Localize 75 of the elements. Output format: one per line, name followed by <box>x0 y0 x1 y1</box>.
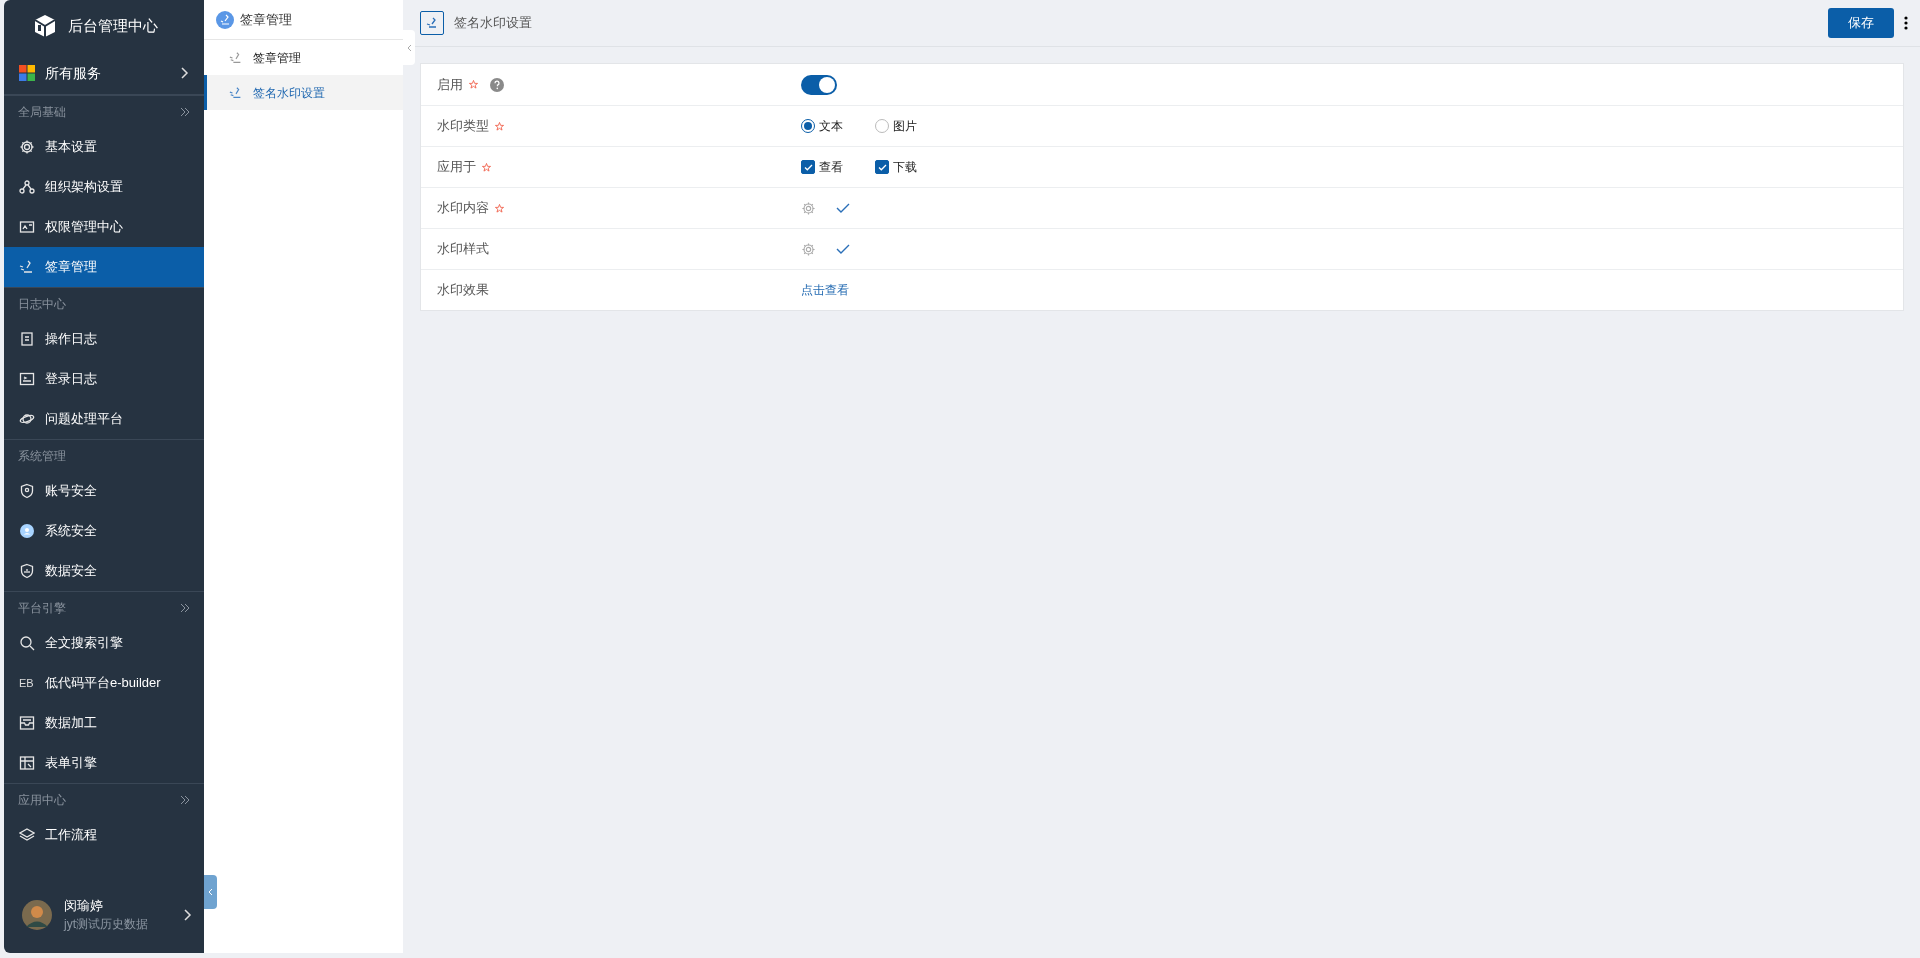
user-org: jyt测试历史数据 <box>64 916 149 933</box>
field-label: 启用 <box>437 75 463 94</box>
document-icon <box>19 331 35 347</box>
gear-icon[interactable] <box>801 241 816 257</box>
field-label: 应用于 <box>437 158 476 177</box>
preview-link[interactable]: 点击查看 <box>801 281 849 299</box>
panel-item[interactable]: 签名水印设置 <box>204 75 403 110</box>
planet-icon <box>19 411 35 427</box>
cube-icon <box>34 14 56 38</box>
nav-item[interactable]: 权限管理中心 <box>4 207 204 247</box>
nav-item[interactable]: 数据加工 <box>4 703 204 743</box>
form-icon <box>19 755 35 771</box>
nav-item[interactable]: 组织架构设置 <box>4 167 204 207</box>
nav-item[interactable]: 账号安全 <box>4 471 204 511</box>
chevron-left-icon <box>406 43 412 52</box>
page-icon <box>420 11 444 35</box>
shield-icon <box>19 563 35 579</box>
panel-title: 签章管理 <box>240 10 292 29</box>
nav-item[interactable]: 基本设置 <box>4 127 204 167</box>
stamp-icon <box>229 85 243 100</box>
nav-item[interactable]: 操作日志 <box>4 319 204 359</box>
field-label: 水印内容 <box>437 199 489 218</box>
double-chevron-icon <box>180 794 190 805</box>
shield-icon <box>19 483 35 499</box>
panel-item[interactable]: 签章管理 <box>204 40 403 75</box>
nav-item[interactable]: 数据安全 <box>4 551 204 591</box>
radio-option[interactable]: 文本 <box>801 117 843 135</box>
nav-item[interactable]: EB 低代码平台e-builder <box>4 663 204 703</box>
collapse-button[interactable] <box>204 875 217 909</box>
user-card[interactable]: 闵瑜婷 jyt测试历史数据 <box>4 877 204 953</box>
inbox-icon <box>19 715 35 731</box>
nav-item[interactable]: 登录日志 <box>4 359 204 399</box>
checkbox-option[interactable]: 查看 <box>801 158 843 176</box>
monitor-icon <box>19 371 35 387</box>
id-card-icon <box>19 219 35 235</box>
stamp-icon <box>229 50 243 65</box>
double-chevron-icon <box>180 106 190 117</box>
app-title: 后台管理中心 <box>68 15 158 36</box>
nav-item[interactable]: 问题处理平台 <box>4 399 204 439</box>
nav-item[interactable]: 全文搜索引擎 <box>4 623 204 663</box>
help-icon[interactable] <box>490 77 504 92</box>
check-icon <box>877 163 887 171</box>
more-icon[interactable] <box>1904 16 1908 30</box>
search-icon <box>19 635 35 651</box>
layers-icon <box>19 827 35 843</box>
chevron-right-icon <box>184 909 192 921</box>
nav-item[interactable]: 表单引擎 <box>4 743 204 783</box>
grid-icon <box>19 65 35 81</box>
page-title: 签名水印设置 <box>454 14 533 33</box>
nav-item[interactable]: 工作流程 <box>4 815 204 855</box>
save-button[interactable]: 保存 <box>1828 8 1894 38</box>
check-icon <box>803 163 813 171</box>
org-chart-icon <box>19 179 35 195</box>
double-chevron-icon <box>180 602 190 613</box>
gear-icon[interactable] <box>801 200 816 216</box>
chevron-left-icon <box>208 888 213 896</box>
gear-icon <box>19 139 35 155</box>
check-icon[interactable] <box>836 243 850 255</box>
toggle-switch[interactable] <box>801 74 837 95</box>
all-services-button[interactable]: 所有服务 <box>4 52 204 95</box>
nav-item[interactable]: 系统安全 <box>4 511 204 551</box>
stamp-icon <box>19 259 35 275</box>
check-icon[interactable] <box>836 202 850 214</box>
radio-option[interactable]: 图片 <box>875 117 917 135</box>
eb-icon: EB <box>19 674 35 692</box>
stamp-icon <box>216 10 234 29</box>
field-label: 水印样式 <box>437 240 489 259</box>
user-badge-icon <box>19 523 35 539</box>
checkbox-option[interactable]: 下载 <box>875 158 917 176</box>
nav-item[interactable]: 签章管理 <box>4 247 204 287</box>
field-label: 水印效果 <box>437 281 489 300</box>
avatar <box>22 900 52 930</box>
user-name: 闵瑜婷 <box>64 897 104 915</box>
field-label: 水印类型 <box>437 117 489 136</box>
chevron-right-icon <box>181 67 189 79</box>
